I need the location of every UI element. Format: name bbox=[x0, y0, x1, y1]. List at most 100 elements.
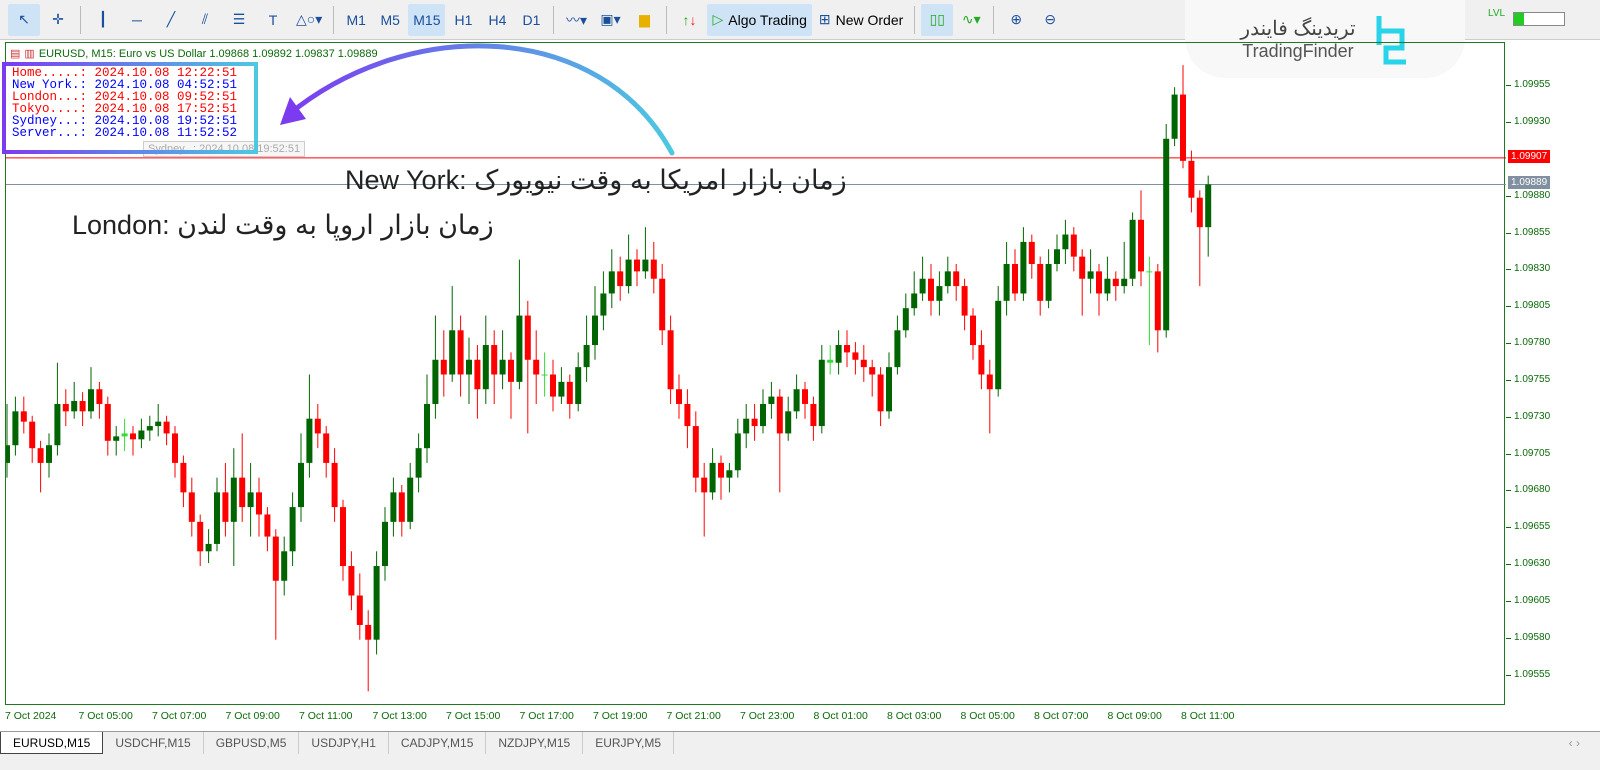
annotation-newyork: New York: زمان بازار امریکا به وقت نیویو… bbox=[345, 165, 847, 195]
candle-body bbox=[1205, 184, 1212, 228]
cursor-tool-button[interactable]: ↖ bbox=[8, 3, 40, 36]
candle-body bbox=[1062, 234, 1069, 250]
candle-body bbox=[1121, 278, 1128, 287]
tab-usdchf-m15[interactable]: USDCHF,M15 bbox=[103, 732, 204, 754]
indicator-list-button[interactable]: ∿▾ bbox=[955, 4, 987, 36]
time-tick-label: 7 Oct 2024 bbox=[5, 710, 57, 722]
candle-body bbox=[104, 403, 111, 441]
new-order-button[interactable]: ⊞ New Order bbox=[814, 4, 908, 36]
horizontal-line-button[interactable]: ─ bbox=[121, 4, 153, 36]
candle-body bbox=[356, 595, 363, 625]
tab-gbpusd-m5[interactable]: GBPUSD,M5 bbox=[204, 732, 300, 754]
candle-body bbox=[1188, 160, 1195, 198]
candle-body bbox=[902, 308, 909, 331]
candle-body bbox=[264, 514, 271, 537]
candle-body bbox=[726, 470, 733, 478]
candle-body bbox=[331, 462, 338, 508]
time-tick-label: 8 Oct 07:00 bbox=[1034, 710, 1089, 722]
candle-body bbox=[516, 315, 523, 382]
candle-body bbox=[583, 345, 590, 368]
candle-body bbox=[1129, 219, 1136, 279]
candle-body bbox=[466, 359, 472, 375]
vertical-line-button[interactable]: ┃ bbox=[87, 4, 119, 36]
tab-cadjpy-m15[interactable]: CADJPY,M15 bbox=[389, 732, 487, 754]
candle-body bbox=[1163, 138, 1170, 331]
candle-body bbox=[550, 374, 556, 397]
price-tick-label: 1.09605 bbox=[1505, 594, 1551, 606]
candle-body bbox=[600, 293, 607, 316]
candle-body bbox=[793, 389, 800, 412]
candle-body bbox=[1079, 256, 1086, 279]
channel-button[interactable]: ⫽ bbox=[189, 4, 221, 36]
candle-body bbox=[760, 403, 766, 427]
candle-body bbox=[558, 381, 565, 397]
price-tick-label: 1.09855 bbox=[1505, 226, 1551, 238]
price-tick-label: 1.09805 bbox=[1505, 300, 1551, 312]
candle-body bbox=[1003, 264, 1010, 301]
time-tick-label: 7 Oct 13:00 bbox=[372, 710, 427, 722]
candle-body bbox=[46, 445, 52, 463]
candle-body bbox=[835, 345, 842, 363]
candle-body bbox=[323, 433, 330, 463]
tab-usdjpy-h1[interactable]: USDJPY,H1 bbox=[299, 732, 389, 754]
time-tick-label: 8 Oct 01:00 bbox=[813, 710, 868, 722]
candlestick-button[interactable]: ▯▯ bbox=[921, 3, 954, 36]
fibonacci-button[interactable]: ☰ bbox=[223, 4, 255, 36]
candle-body bbox=[214, 492, 220, 544]
candle-body bbox=[869, 367, 876, 375]
candle-body bbox=[1146, 271, 1153, 273]
trendline-button[interactable]: ╱ bbox=[155, 4, 187, 36]
zoom-out-button[interactable]: ⊖ bbox=[1034, 4, 1066, 36]
candle-body bbox=[289, 507, 296, 552]
candle-body bbox=[701, 477, 708, 493]
candle-body bbox=[390, 492, 397, 522]
candle-body bbox=[12, 411, 19, 446]
candle-body bbox=[944, 271, 951, 287]
candle-body bbox=[1020, 241, 1027, 294]
tab-scroll-arrows-icon[interactable]: ‹ › bbox=[1569, 736, 1580, 750]
separator bbox=[993, 5, 995, 34]
algo-trading-button[interactable]: ▷ Algo Trading bbox=[707, 3, 812, 36]
candle-body bbox=[776, 396, 783, 434]
grid-icon: ▤ bbox=[10, 48, 21, 60]
candle-body bbox=[877, 374, 884, 412]
price-axis[interactable]: 1.09955 1.09930 1.09880 1.09855 1.09830 1.098… bbox=[1505, 42, 1600, 705]
candle-body bbox=[936, 286, 943, 301]
new-order-label: New Order bbox=[835, 11, 904, 28]
tab-eurusd-m15[interactable]: EURUSD,M15 bbox=[0, 732, 104, 754]
candle-body bbox=[205, 543, 212, 552]
highlight-box bbox=[2, 62, 258, 154]
tab-eurjpy-m5[interactable]: EURJPY,M5 bbox=[583, 732, 674, 754]
candle-body bbox=[1104, 278, 1111, 294]
chart-tabs: ‹ › EURUSD,M15 USDCHF,M15 GBPUSD,M5 USDJPY,… bbox=[0, 731, 1600, 770]
candle-body bbox=[650, 259, 657, 279]
time-tick-label: 7 Oct 11:00 bbox=[299, 710, 353, 722]
candle-body bbox=[247, 492, 254, 508]
horizontal-line-icon: ─ bbox=[132, 11, 142, 28]
candle-body bbox=[79, 401, 86, 412]
chart-window-icon: ▥ bbox=[24, 48, 35, 60]
crosshair-tool-button[interactable]: ✛ bbox=[42, 4, 74, 36]
candle-body bbox=[961, 286, 968, 316]
time-tick-label: 7 Oct 21:00 bbox=[666, 710, 721, 722]
candle-body bbox=[911, 293, 918, 309]
price-tick-label: 1.09705 bbox=[1505, 447, 1551, 459]
trendline-icon: ╱ bbox=[166, 11, 176, 27]
tab-nzdjpy-m15[interactable]: NZDJPY,M15 bbox=[486, 732, 584, 754]
candle-body bbox=[113, 436, 120, 441]
price-tick-label: 1.09880 bbox=[1505, 189, 1551, 201]
candle-body bbox=[272, 536, 279, 581]
level-icon: LVL bbox=[1488, 8, 1506, 19]
fibonacci-icon: ☰ bbox=[232, 11, 246, 27]
zoom-in-button[interactable]: ⊕ bbox=[1000, 4, 1032, 36]
candle-body bbox=[508, 359, 514, 382]
candle-body bbox=[592, 315, 598, 346]
price-tick-label: 1.09755 bbox=[1505, 373, 1551, 385]
candle-body bbox=[482, 345, 489, 390]
separator bbox=[80, 5, 81, 34]
crosshair-icon: ✛ bbox=[52, 11, 64, 27]
candle-body bbox=[1028, 241, 1035, 264]
candle-body bbox=[71, 401, 78, 412]
candle-body bbox=[88, 389, 94, 412]
zoom-in-icon: ⊕ bbox=[1010, 11, 1023, 27]
